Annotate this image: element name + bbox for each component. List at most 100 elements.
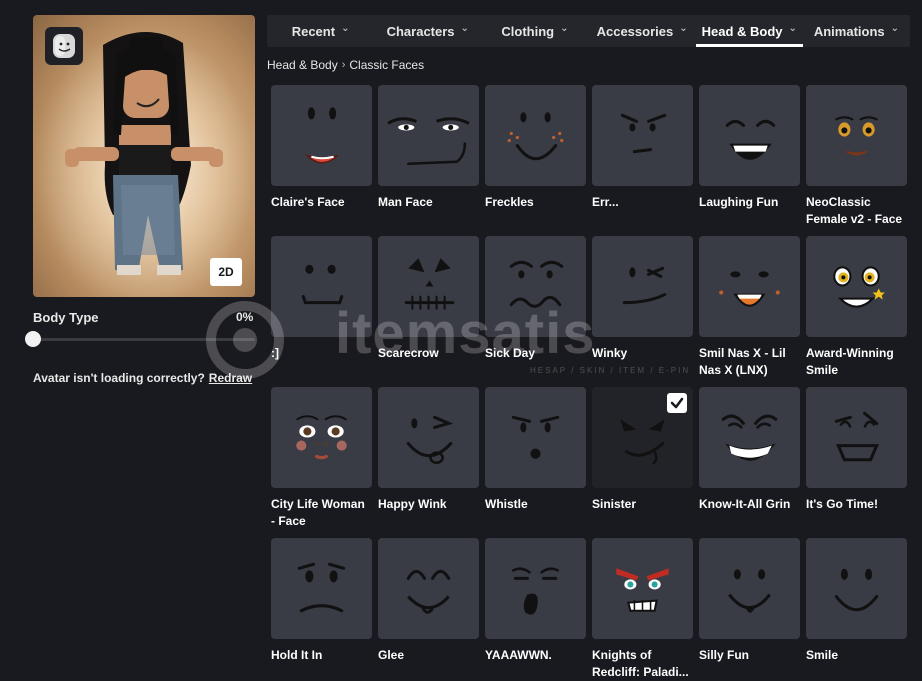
- checkmark-icon: [667, 393, 687, 413]
- item-thumbnail[interactable]: [271, 538, 372, 639]
- body-type-slider[interactable]: [25, 331, 255, 347]
- item-thumbnail[interactable]: [485, 85, 586, 186]
- item-card[interactable]: NeoClassic Female v2 - Face: [806, 85, 907, 236]
- item-card[interactable]: Man Face: [378, 85, 479, 236]
- item-thumbnail[interactable]: [485, 387, 586, 488]
- item-card[interactable]: Happy Wink: [378, 387, 479, 538]
- item-card[interactable]: Sick Day: [485, 236, 586, 387]
- item-name[interactable]: Smil Nas X - Lil Nas X (LNX): [699, 345, 800, 379]
- chevron-right-icon: ›: [341, 59, 346, 71]
- redraw-link[interactable]: Redraw: [209, 371, 252, 385]
- item-card[interactable]: Hold It In: [271, 538, 372, 681]
- item-card[interactable]: :]: [271, 236, 372, 387]
- tab-head-body[interactable]: Head & Body ⌄: [695, 15, 804, 47]
- scarecrow-face-icon: [404, 258, 455, 310]
- item-card[interactable]: Sinister: [592, 387, 693, 538]
- item-name[interactable]: Knights of Redcliff: Paladi...: [592, 647, 693, 681]
- item-thumbnail[interactable]: [699, 85, 800, 186]
- item-thumbnail[interactable]: [592, 387, 693, 488]
- item-card[interactable]: Glee: [378, 538, 479, 681]
- item-card[interactable]: Laughing Fun: [699, 85, 800, 236]
- tab-characters[interactable]: Characters ⌄: [374, 15, 481, 47]
- breadcrumb: Head & Body › Classic Faces: [267, 58, 424, 72]
- err-face-icon: [620, 113, 667, 154]
- item-name[interactable]: Claire's Face: [271, 194, 372, 211]
- man-face-icon: [387, 117, 470, 166]
- tab-accessories[interactable]: Accessories ⌄: [589, 15, 696, 47]
- item-name[interactable]: Silly Fun: [699, 647, 800, 664]
- knights-of-redcliff-face-icon: [616, 568, 669, 612]
- item-thumbnail[interactable]: [806, 538, 907, 639]
- item-name[interactable]: Laughing Fun: [699, 194, 800, 211]
- item-thumbnail[interactable]: [485, 538, 586, 639]
- item-thumbnail[interactable]: [378, 538, 479, 639]
- item-thumbnail[interactable]: [485, 236, 586, 337]
- body-type-slider-handle[interactable]: [25, 331, 41, 347]
- item-name[interactable]: :]: [271, 345, 372, 362]
- item-thumbnail[interactable]: [699, 387, 800, 488]
- neoclassic-female-face-icon: [835, 116, 878, 156]
- item-name[interactable]: Whistle: [485, 496, 586, 513]
- item-name[interactable]: Smile: [806, 647, 907, 664]
- glee-face-icon: [406, 569, 451, 614]
- item-name[interactable]: It's Go Time!: [806, 496, 907, 513]
- item-name[interactable]: Award-Winning Smile: [806, 345, 907, 379]
- item-card[interactable]: YAAAWWN.: [485, 538, 586, 681]
- item-name[interactable]: City Life Woman - Face: [271, 496, 372, 530]
- item-card[interactable]: Freckles: [485, 85, 586, 236]
- item-card[interactable]: Award-Winning Smile: [806, 236, 907, 387]
- item-name[interactable]: NeoClassic Female v2 - Face: [806, 194, 907, 228]
- item-name[interactable]: YAAAWWN.: [485, 647, 586, 664]
- item-card[interactable]: Winky: [592, 236, 693, 387]
- tab-label: Animations: [813, 23, 885, 39]
- tab-animations[interactable]: Animations ⌄: [803, 15, 910, 47]
- tab-clothing[interactable]: Clothing ⌄: [481, 15, 588, 47]
- avatar-thumbnail-button[interactable]: [45, 27, 83, 65]
- item-name[interactable]: Freckles: [485, 194, 586, 211]
- item-name[interactable]: Sick Day: [485, 345, 586, 362]
- item-card[interactable]: Silly Fun: [699, 538, 800, 681]
- item-card[interactable]: Smile: [806, 538, 907, 681]
- item-name[interactable]: Err...: [592, 194, 693, 211]
- sick-day-face-icon: [509, 260, 564, 308]
- item-thumbnail[interactable]: [271, 387, 372, 488]
- item-name[interactable]: Winky: [592, 345, 693, 362]
- item-card[interactable]: City Life Woman - Face: [271, 387, 372, 538]
- item-card[interactable]: Knights of Redcliff: Paladi...: [592, 538, 693, 681]
- item-card[interactable]: Know-It-All Grin: [699, 387, 800, 538]
- item-thumbnail[interactable]: [806, 85, 907, 186]
- item-name[interactable]: Man Face: [378, 194, 479, 211]
- breadcrumb-parent-link[interactable]: Head & Body: [267, 58, 338, 72]
- avatar-preview[interactable]: 2D: [33, 15, 255, 297]
- item-card[interactable]: It's Go Time!: [806, 387, 907, 538]
- item-name[interactable]: Glee: [378, 647, 479, 664]
- item-name[interactable]: Hold It In: [271, 647, 372, 664]
- item-thumbnail[interactable]: [378, 387, 479, 488]
- item-name[interactable]: Happy Wink: [378, 496, 479, 513]
- item-card[interactable]: Smil Nas X - Lil Nas X (LNX): [699, 236, 800, 387]
- item-thumbnail[interactable]: [699, 538, 800, 639]
- category-tabs: Recent ⌄ Characters ⌄ Clothing ⌄ Accessories ⌄ H…: [267, 15, 910, 47]
- item-name[interactable]: Know-It-All Grin: [699, 496, 800, 513]
- item-thumbnail[interactable]: [806, 236, 907, 337]
- item-thumbnail[interactable]: [592, 236, 693, 337]
- item-name[interactable]: Sinister: [592, 496, 693, 513]
- tab-recent[interactable]: Recent ⌄: [267, 15, 374, 47]
- item-thumbnail[interactable]: [699, 236, 800, 337]
- item-thumbnail[interactable]: [378, 85, 479, 186]
- toggle-2d-button[interactable]: 2D: [210, 258, 242, 286]
- item-card[interactable]: Claire's Face: [271, 85, 372, 236]
- item-thumbnail[interactable]: [271, 236, 372, 337]
- avatar-loading-message: Avatar isn't loading correctly? Redraw: [33, 371, 252, 385]
- item-thumbnail[interactable]: [271, 85, 372, 186]
- item-thumbnail[interactable]: [592, 538, 693, 639]
- yawn-face-icon: [512, 567, 559, 615]
- item-card[interactable]: Err...: [592, 85, 693, 236]
- item-card[interactable]: Scarecrow: [378, 236, 479, 387]
- item-name[interactable]: Scarecrow: [378, 345, 479, 362]
- avatar-head-icon: [53, 34, 75, 58]
- item-thumbnail[interactable]: [378, 236, 479, 337]
- item-thumbnail[interactable]: [806, 387, 907, 488]
- item-thumbnail[interactable]: [592, 85, 693, 186]
- item-card[interactable]: Whistle: [485, 387, 586, 538]
